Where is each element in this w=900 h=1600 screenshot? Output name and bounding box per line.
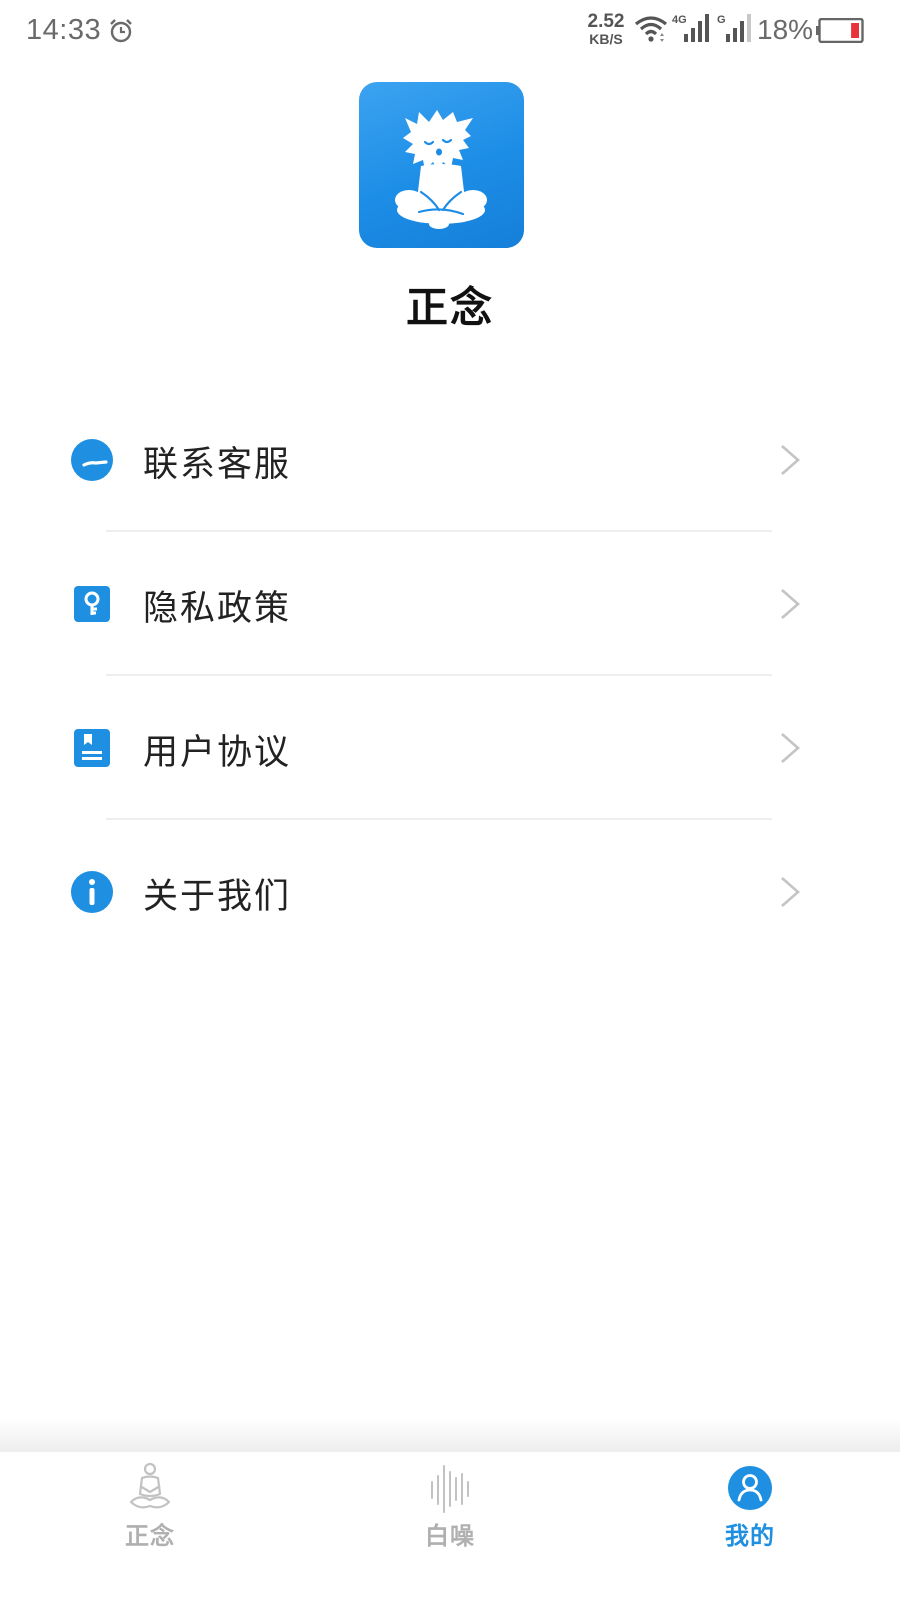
chevron-right-icon — [781, 445, 800, 475]
tab-mindfulness[interactable]: 正念 — [0, 1452, 300, 1600]
net-speed-unit: KB/S — [589, 31, 623, 47]
signal-4g-icon: 4G — [672, 14, 709, 42]
chevron-right-icon — [781, 877, 800, 907]
user-agreement-icon — [74, 729, 110, 767]
app-logo — [359, 82, 524, 248]
battery-percent: 18% — [757, 14, 814, 45]
net-speed-value: 2.52 — [587, 11, 625, 32]
signal-g-icon: G — [717, 14, 751, 42]
nav-label: 正念 — [125, 1522, 175, 1550]
tab-white-noise[interactable]: 白噪 — [300, 1452, 600, 1600]
nav-label: 白噪 — [425, 1522, 475, 1550]
menu-item-user-agreement[interactable]: 用户协议 — [0, 676, 900, 820]
menu-label: 用户协议 — [143, 733, 292, 773]
meditation-icon — [129, 1462, 171, 1509]
settings-menu: 联系客服 隐私政策 用户协议 关于我们 — [0, 388, 900, 964]
customer-service-icon — [71, 439, 113, 481]
status-bar: 14:33 2.52 KB/S 4G G 18% — [0, 0, 900, 64]
wifi-icon — [635, 16, 667, 42]
menu-label: 联系客服 — [143, 445, 292, 485]
network-speed: 2.52 KB/S — [584, 12, 628, 46]
chevron-right-icon — [781, 733, 800, 763]
profile-icon — [728, 1466, 772, 1510]
menu-label: 关于我们 — [143, 877, 292, 917]
meditating-dog-logo-icon — [395, 110, 487, 229]
status-time: 14:33 — [26, 14, 102, 46]
nav-label: 我的 — [725, 1522, 775, 1550]
bottom-nav-shadow — [0, 1418, 900, 1452]
sound-wave-icon — [431, 1465, 469, 1513]
menu-item-privacy-policy[interactable]: 隐私政策 — [0, 532, 900, 676]
info-icon — [71, 871, 113, 913]
menu-item-about-us[interactable]: 关于我们 — [0, 820, 900, 964]
chevron-right-icon — [781, 589, 800, 619]
svg-text:4G: 4G — [672, 14, 687, 26]
app-name: 正念 — [405, 283, 494, 332]
svg-text:G: G — [717, 14, 726, 26]
alarm-icon — [110, 19, 132, 43]
menu-label: 隐私政策 — [143, 589, 292, 629]
menu-item-contact-support[interactable]: 联系客服 — [0, 388, 900, 532]
privacy-key-icon — [74, 586, 110, 622]
tab-mine[interactable]: 我的 — [600, 1452, 900, 1600]
bottom-nav: 正念 白噪 我的 — [0, 1452, 900, 1600]
battery-icon — [816, 18, 864, 43]
